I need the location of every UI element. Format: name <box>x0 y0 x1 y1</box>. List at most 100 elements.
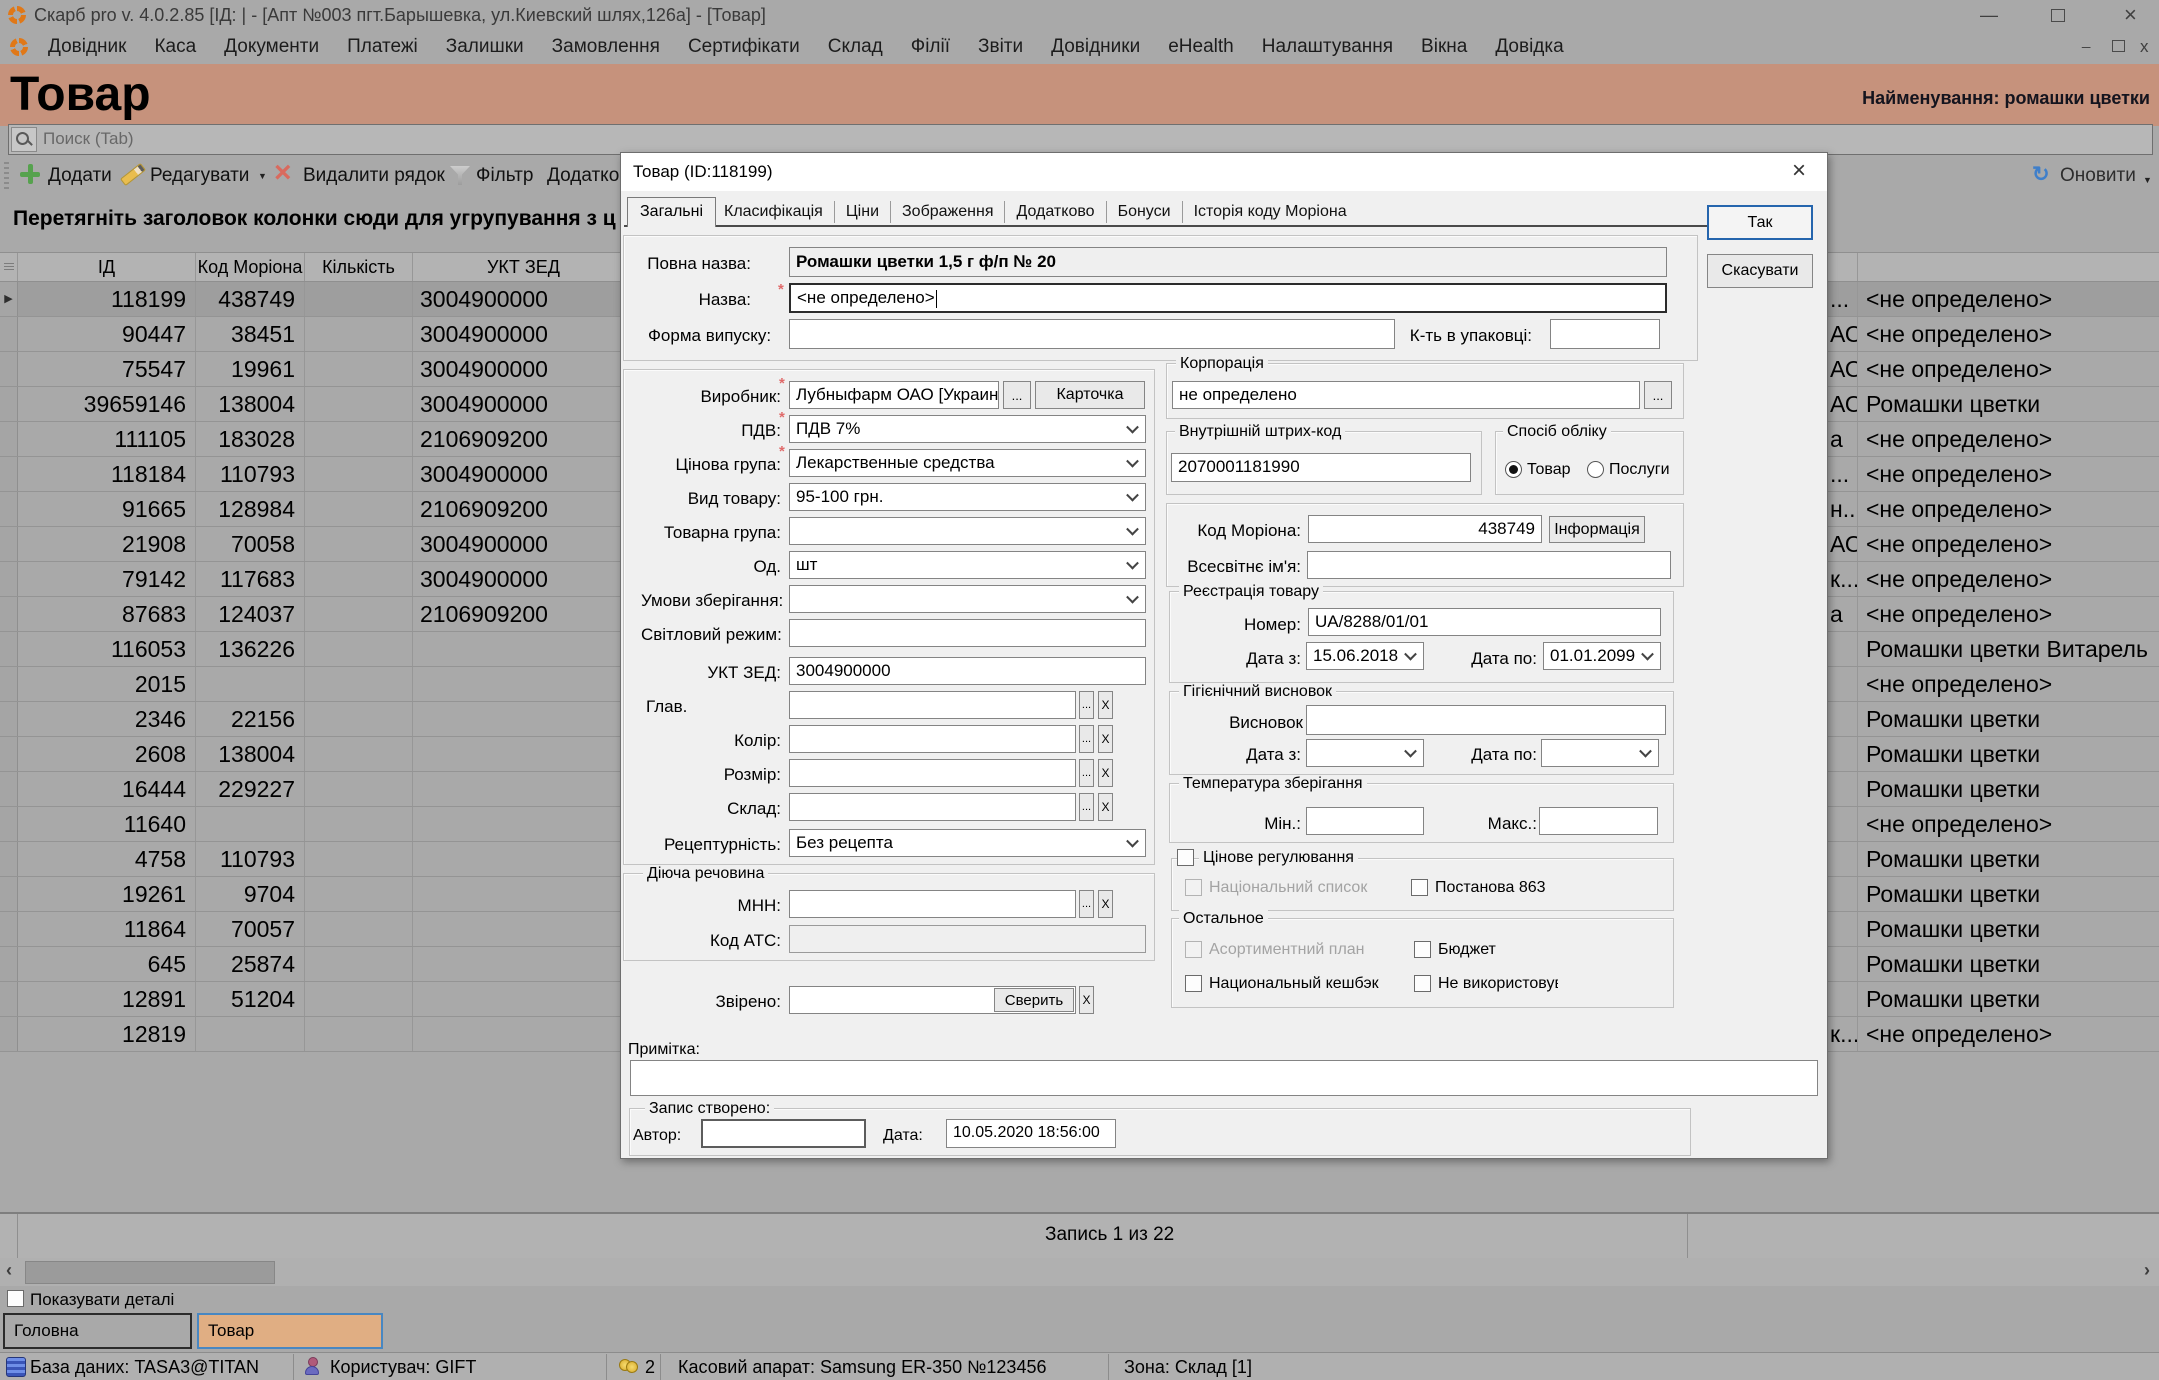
cell-morion[interactable]: 19961 <box>196 352 305 386</box>
glav-clear-button[interactable]: X <box>1098 691 1113 719</box>
cell-fragment[interactable]: а <box>1830 422 1857 456</box>
cell-id[interactable]: 90447 <box>18 317 196 351</box>
mnn-browse-button[interactable]: ... <box>1079 890 1094 918</box>
cell-id[interactable]: 79142 <box>18 562 196 596</box>
mdi-close-icon[interactable]: x <box>2140 32 2149 62</box>
morion-info-button[interactable]: Інформація <box>1549 516 1645 543</box>
cell-id[interactable]: 11640 <box>18 807 196 841</box>
cell-morion[interactable] <box>196 807 305 841</box>
warehouse-field[interactable] <box>789 793 1076 821</box>
cell-qty[interactable] <box>305 982 413 1016</box>
cell-id[interactable]: 12819 <box>18 1017 196 1051</box>
barcode-field[interactable]: 2070001181990 <box>1171 453 1471 482</box>
cell-name[interactable]: Ромашки цветки <box>1857 737 2159 771</box>
cell-fragment[interactable] <box>1830 947 1857 981</box>
cell-ukt[interactable] <box>413 772 653 806</box>
cell-name[interactable]: <не определено> <box>1857 457 2159 491</box>
menu-item[interactable]: Звіти <box>964 30 1037 64</box>
tab-home[interactable]: Головна <box>3 1313 192 1349</box>
cell-id[interactable]: 75547 <box>18 352 196 386</box>
filter-icon[interactable] <box>450 166 470 185</box>
cell-fragment[interactable] <box>1830 807 1857 841</box>
hygiene-conclusion-field[interactable] <box>1306 705 1666 735</box>
temp-min-field[interactable] <box>1306 807 1424 835</box>
created-date-field[interactable]: 10.05.2020 18:56:00 <box>946 1119 1116 1148</box>
cell-id[interactable]: 16444 <box>18 772 196 806</box>
ok-button[interactable]: Так <box>1707 205 1813 240</box>
cell-ukt[interactable] <box>413 947 653 981</box>
cell-qty[interactable] <box>305 912 413 946</box>
storage-combo[interactable] <box>789 585 1146 613</box>
cell-morion[interactable]: 136226 <box>196 632 305 666</box>
mnn-clear-button[interactable]: X <box>1098 890 1113 918</box>
cell-fragment[interactable]: АО <box>1830 317 1857 351</box>
cell-qty[interactable] <box>305 527 413 561</box>
note-field[interactable] <box>630 1060 1818 1096</box>
cell-name[interactable]: <не определено> <box>1857 597 2159 631</box>
toolbar-grip[interactable] <box>4 162 9 190</box>
cell-fragment[interactable]: н... <box>1830 492 1857 526</box>
price-group-combo[interactable]: Лекарственные средства <box>789 449 1146 477</box>
cell-id[interactable]: 11864 <box>18 912 196 946</box>
morion-field[interactable]: 438749 <box>1308 515 1542 543</box>
edit-button[interactable]: Редагувати <box>150 165 249 187</box>
product-kind-combo[interactable]: 95-100 грн. <box>789 483 1146 511</box>
cell-ukt[interactable] <box>413 912 653 946</box>
dialog-tab[interactable]: Ціни <box>835 201 891 223</box>
manufacturer-card-button[interactable]: Карточка <box>1035 381 1145 409</box>
cell-name[interactable]: Ромашки цветки <box>1857 982 2159 1016</box>
cell-ukt[interactable] <box>413 1017 653 1051</box>
cell-id[interactable]: 111105 <box>18 422 196 456</box>
cell-morion[interactable]: 70057 <box>196 912 305 946</box>
cell-name[interactable]: <не определено> <box>1857 352 2159 386</box>
cell-fragment[interactable]: ... <box>1830 282 1857 316</box>
cell-morion[interactable]: 183028 <box>196 422 305 456</box>
cell-qty[interactable] <box>305 947 413 981</box>
column-header-ukt[interactable]: УКТ ЗЕД <box>413 253 653 281</box>
cell-id[interactable]: 645 <box>18 947 196 981</box>
reg-date-from-combo[interactable]: 15.06.2018 <box>1306 642 1424 670</box>
menu-item[interactable]: Платежі <box>333 30 432 64</box>
cell-qty[interactable] <box>305 282 413 316</box>
cell-morion[interactable]: 128984 <box>196 492 305 526</box>
corporation-field[interactable]: не определено <box>1172 381 1640 409</box>
cell-fragment[interactable]: АО <box>1830 527 1857 561</box>
cell-morion[interactable] <box>196 667 305 701</box>
search-icon[interactable] <box>11 127 37 152</box>
product-group-combo[interactable] <box>789 517 1146 545</box>
column-header-morion[interactable]: Код Моріона <box>196 253 305 281</box>
menu-item[interactable]: Довідка <box>1481 30 1577 64</box>
cell-ukt[interactable] <box>413 807 653 841</box>
cancel-button[interactable]: Скасувати <box>1707 254 1813 288</box>
scroll-right-icon[interactable]: › <box>2144 1260 2150 1281</box>
cell-fragment[interactable] <box>1830 667 1857 701</box>
author-field[interactable] <box>701 1119 866 1148</box>
cell-qty[interactable] <box>305 422 413 456</box>
cell-fragment[interactable]: ... <box>1830 457 1857 491</box>
world-name-field[interactable] <box>1307 551 1671 579</box>
cell-morion[interactable]: 124037 <box>196 597 305 631</box>
budget-checkbox[interactable] <box>1414 941 1431 958</box>
cell-fragment[interactable]: к... <box>1830 1017 1857 1051</box>
menu-item[interactable]: Довідники <box>1037 30 1154 64</box>
cell-id[interactable]: 12891 <box>18 982 196 1016</box>
cell-fragment[interactable]: а <box>1830 597 1857 631</box>
cell-qty[interactable] <box>305 492 413 526</box>
cell-name[interactable]: Ромашки цветки <box>1857 842 2159 876</box>
cell-qty[interactable] <box>305 842 413 876</box>
cell-qty[interactable] <box>305 562 413 596</box>
edit-dropdown-icon[interactable]: ▼ <box>258 171 267 181</box>
cell-fragment[interactable]: АО <box>1830 387 1857 421</box>
reg-date-to-combo[interactable]: 01.01.2099 <box>1543 642 1661 670</box>
manufacturer-browse-button[interactable]: ... <box>1003 381 1031 409</box>
refresh-button[interactable]: Оновити <box>2060 165 2136 187</box>
cell-morion[interactable]: 138004 <box>196 737 305 771</box>
tab-tovar[interactable]: Товар <box>197 1313 383 1349</box>
search-input[interactable]: Поиск (Tab) <box>8 124 2153 155</box>
cell-fragment[interactable] <box>1830 772 1857 806</box>
cell-id[interactable]: 21908 <box>18 527 196 561</box>
cell-ukt[interactable] <box>413 667 653 701</box>
temp-max-field[interactable] <box>1539 807 1658 835</box>
scrollbar-thumb[interactable] <box>25 1261 275 1284</box>
show-details-checkbox[interactable] <box>7 1290 24 1307</box>
